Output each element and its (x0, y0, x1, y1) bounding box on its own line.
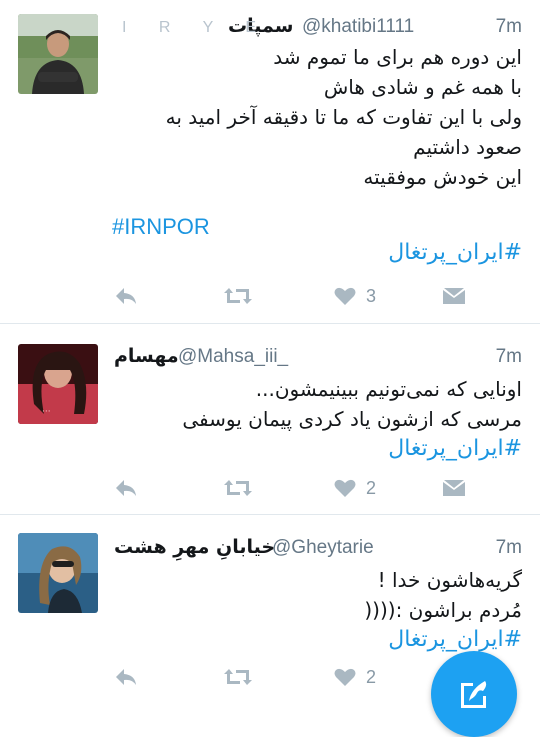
like-count: 2 (366, 477, 377, 498)
hashtag-link[interactable]: #IRNPOR (112, 214, 210, 240)
retweet-button[interactable] (224, 663, 252, 691)
retweet-icon (224, 480, 252, 496)
like-button[interactable]: 2 (334, 474, 376, 502)
tweet-text-line: مُردم براشون :(((( (364, 598, 522, 622)
user-handle[interactable]: @Mahsa_iii_ (178, 346, 288, 368)
reply-button[interactable] (114, 474, 138, 502)
tweet-text-line: صعود داشتیم (413, 135, 522, 159)
svg-text:···: ··· (42, 407, 51, 417)
tweet-timestamp[interactable]: 7m (496, 346, 522, 368)
avatar[interactable]: ··· (18, 344, 98, 424)
hashtag-link[interactable]: #ایران_پرتغال (112, 238, 522, 268)
heart-icon (334, 668, 356, 686)
tweet-text-line: با همه غم و شادی هاش (323, 75, 522, 99)
name-decoration: I R Y E (122, 19, 271, 36)
reply-icon (116, 288, 136, 304)
retweet-icon (224, 669, 252, 685)
hashtag-link[interactable]: #ایران_پرتغال (112, 625, 522, 655)
tweet-text-line: اونایی که نمی‌تونیم ببینیمشون... (255, 377, 522, 401)
compose-tweet-button[interactable] (431, 651, 517, 737)
tweet-text-line: این دوره هم برای ما تموم شد (273, 45, 522, 69)
envelope-icon (443, 288, 465, 304)
reply-icon (116, 480, 136, 496)
reply-icon (116, 669, 136, 685)
tweet-text-line: این خودش موفقیته (363, 165, 522, 189)
display-name[interactable]: مهسام (114, 345, 179, 367)
tweet-timestamp[interactable]: 7m (496, 16, 522, 38)
tweet-timestamp[interactable]: 7m (496, 537, 522, 559)
heart-icon (334, 287, 356, 305)
retweet-button[interactable] (224, 282, 252, 310)
tweet-actions: 2 (112, 474, 472, 504)
heart-icon (334, 479, 356, 497)
retweet-icon (224, 288, 252, 304)
user-handle[interactable]: @Gheytarie (272, 537, 374, 559)
tweet[interactable]: 7m @khatibi1111 سمپات I R Y E این دوره ه… (0, 0, 540, 324)
tweet-text-line: گریه‌هاشون خدا ! (377, 568, 522, 592)
like-button[interactable]: 2 (334, 663, 376, 691)
tweet-text: این دوره هم برای ما تموم شد با همه غم و … (112, 42, 522, 192)
envelope-icon (443, 480, 465, 496)
user-handle[interactable]: @khatibi1111 (302, 16, 414, 38)
tweet[interactable]: ··· 7m @Mahsa_iii_ مهسام اونایی که نمی‌ت… (0, 324, 540, 514)
tweet-actions: 2 (112, 663, 472, 693)
like-button[interactable]: 3 (334, 282, 376, 310)
tweet-actions: 3 (112, 282, 472, 312)
tweet-text: گریه‌هاشون خدا ! مُردم براشون :(((( #ایر… (112, 565, 522, 655)
display-name[interactable]: خیابانِ مهرِ هشت (114, 536, 275, 558)
reply-button[interactable] (114, 282, 138, 310)
direct-message-button[interactable] (442, 282, 466, 310)
like-count: 3 (366, 285, 377, 306)
compose-tweet-icon (461, 681, 487, 708)
tweet-text-line: ولی با این تفاوت که ما تا دقیقه آخر امید… (165, 105, 522, 129)
hashtag-link[interactable]: #ایران_پرتغال (112, 434, 522, 464)
reply-button[interactable] (114, 663, 138, 691)
like-count: 2 (366, 666, 377, 687)
avatar[interactable] (18, 533, 98, 613)
direct-message-button[interactable] (442, 474, 466, 502)
tweet-text-line: مرسی که ازشون یاد کردی پیمان یوسفی (182, 407, 522, 431)
tweet-text: اونایی که نمی‌تونیم ببینیمشون... مرسی که… (112, 374, 522, 464)
avatar[interactable] (18, 14, 98, 94)
retweet-button[interactable] (224, 474, 252, 502)
